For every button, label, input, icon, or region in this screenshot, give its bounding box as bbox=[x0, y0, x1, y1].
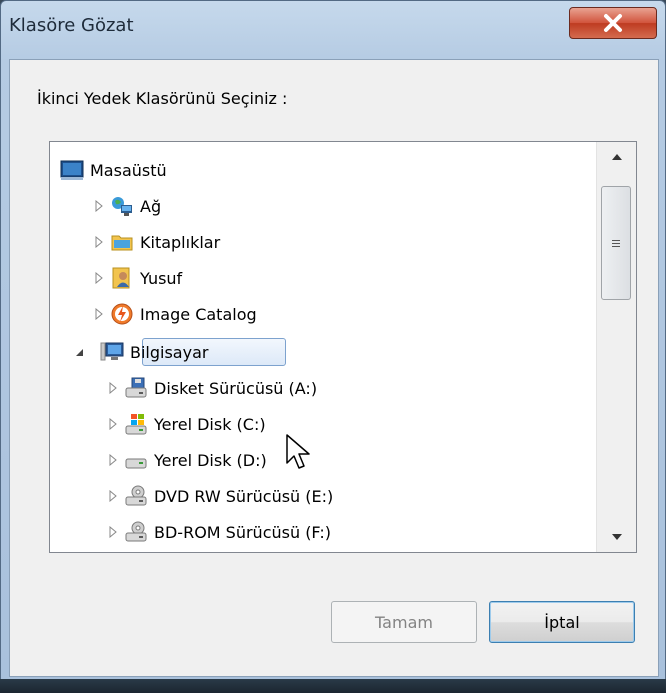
expand-arrow-icon[interactable] bbox=[108, 454, 118, 466]
expand-arrow-icon[interactable] bbox=[94, 308, 104, 320]
background-taskbar bbox=[0, 679, 666, 693]
tree-item-yerel-disk-d[interactable]: Yerel Disk (D:) bbox=[108, 446, 267, 474]
expand-arrow-icon[interactable] bbox=[108, 418, 118, 430]
scroll-down-button[interactable] bbox=[597, 522, 636, 552]
tree-item-label: Yerel Disk (C:) bbox=[154, 414, 266, 434]
tree-item-yusuf[interactable]: Yusuf bbox=[94, 264, 182, 292]
tree-item-bilgisayar[interactable]: Bilgisayar bbox=[74, 338, 208, 366]
floppy-drive-icon bbox=[125, 377, 147, 398]
grip-icon bbox=[612, 239, 620, 247]
tree-item-label: BD-ROM Sürücüsü (F:) bbox=[154, 522, 332, 542]
vertical-scrollbar[interactable] bbox=[596, 142, 636, 552]
tree-item-label: Disket Sürücüsü (A:) bbox=[154, 378, 318, 398]
tree-item-label: Ağ bbox=[140, 196, 162, 216]
tree-item-masaustu[interactable]: Masaüstü bbox=[60, 156, 167, 184]
tree-item-label: DVD RW Sürücüsü (E:) bbox=[154, 486, 334, 506]
folder-tree[interactable]: Masaüstü Ağ Kitaplıklar Yusuf Image Cata… bbox=[49, 141, 637, 553]
image-catalog-icon bbox=[111, 303, 133, 325]
tree-item-yerel-disk-c[interactable]: Yerel Disk (C:) bbox=[108, 410, 266, 438]
tree-item-bd-rom[interactable]: BD-ROM Sürücüsü (F:) bbox=[108, 518, 331, 546]
arrow-down-icon bbox=[612, 534, 622, 540]
tree-item-disket[interactable]: Disket Sürücüsü (A:) bbox=[108, 374, 317, 402]
window-title: Klasöre Gözat bbox=[9, 15, 134, 36]
network-icon bbox=[112, 197, 132, 216]
desktop-icon bbox=[60, 160, 84, 180]
collapse-arrow-icon[interactable] bbox=[74, 346, 84, 358]
scroll-up-button[interactable] bbox=[597, 142, 636, 172]
cancel-button[interactable]: İptal bbox=[489, 601, 635, 643]
bd-drive-icon bbox=[125, 521, 147, 542]
tree-item-label: Image Catalog bbox=[140, 304, 257, 324]
user-folder-icon bbox=[112, 267, 130, 289]
scroll-thumb[interactable] bbox=[601, 186, 631, 300]
expand-arrow-icon[interactable] bbox=[94, 236, 104, 248]
tree-item-label: Yerel Disk (D:) bbox=[154, 450, 267, 470]
hard-drive-icon bbox=[125, 458, 147, 469]
windows-drive-icon bbox=[125, 414, 147, 435]
expand-arrow-icon[interactable] bbox=[108, 490, 118, 502]
tree-item-label: Kitaplıklar bbox=[140, 232, 221, 252]
tree-item-label: Masaüstü bbox=[90, 160, 167, 180]
dvd-drive-icon bbox=[125, 485, 147, 506]
close-icon bbox=[604, 14, 622, 32]
tree-item-ag[interactable]: Ağ bbox=[94, 192, 161, 220]
title-bar[interactable]: Klasöre Gözat bbox=[1, 1, 665, 41]
folder-browse-dialog: Klasöre Gözat İkinci Yedek Klasörünü Seç… bbox=[0, 0, 666, 680]
tree-item-dvd-rw[interactable]: DVD RW Sürücüsü (E:) bbox=[108, 482, 333, 510]
arrow-up-icon bbox=[612, 154, 622, 160]
tree-item-image-catalog[interactable]: Image Catalog bbox=[94, 300, 257, 328]
expand-arrow-icon[interactable] bbox=[94, 200, 104, 212]
expand-arrow-icon[interactable] bbox=[108, 382, 118, 394]
tree-item-label: Yusuf bbox=[140, 268, 183, 288]
computer-icon bbox=[100, 342, 124, 361]
tree-item-label: Bilgisayar bbox=[130, 342, 209, 362]
close-button[interactable] bbox=[569, 7, 657, 39]
mouse-cursor-icon bbox=[286, 434, 310, 469]
instruction-label: İkinci Yedek Klasörünü Seçiniz : bbox=[37, 89, 288, 108]
ok-button[interactable]: Tamam bbox=[331, 601, 477, 643]
tree-item-kitapliklar[interactable]: Kitaplıklar bbox=[94, 228, 220, 256]
expand-arrow-icon[interactable] bbox=[108, 526, 118, 538]
expand-arrow-icon[interactable] bbox=[94, 272, 104, 284]
libraries-icon bbox=[111, 235, 133, 251]
